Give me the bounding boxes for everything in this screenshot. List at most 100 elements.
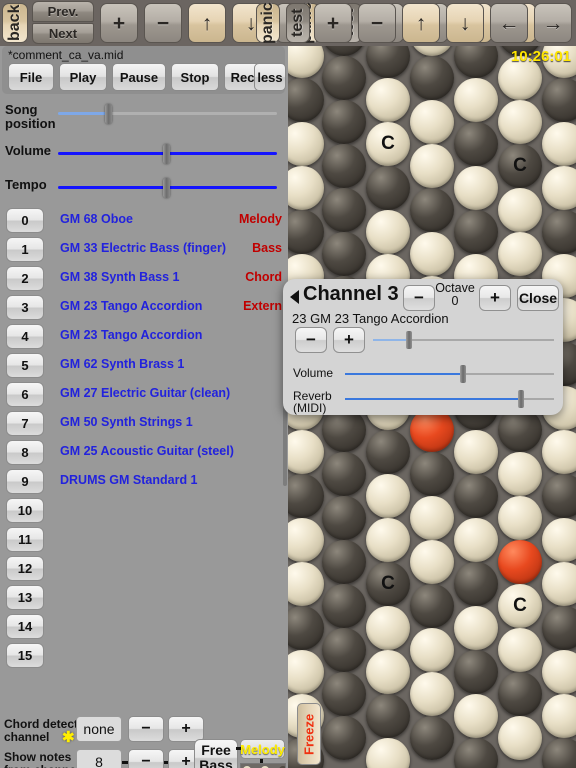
accordion-key[interactable] [498,672,542,716]
accordion-key[interactable] [288,430,324,474]
accordion-key[interactable] [410,540,454,584]
channel-number-button[interactable]: 8 [6,440,44,465]
accordion-key[interactable] [454,562,498,606]
channel-number-button[interactable]: 3 [6,295,44,320]
accordion-key[interactable] [542,78,576,122]
accordion-key[interactable] [366,430,410,474]
accordion-key[interactable] [288,650,324,694]
show-notes-value[interactable]: 8 [76,749,122,768]
channel-instrument-label[interactable]: GM 50 Synth Strings 1 [60,415,193,429]
accordion-key[interactable] [454,46,498,78]
accordion-key[interactable] [288,210,324,254]
channel-number-button[interactable]: 11 [6,527,44,552]
keyboard-thumbnail[interactable] [240,763,286,768]
octave-plus-button[interactable]: + [479,285,511,311]
accordion-key[interactable] [410,232,454,276]
accordion-key[interactable] [322,716,366,760]
accordion-key[interactable] [454,606,498,650]
program-slider-fill[interactable] [373,339,409,341]
dialog-reverb-track[interactable] [521,398,554,400]
show-notes-minus-button[interactable]: − [128,749,164,768]
accordion-key[interactable] [288,166,324,210]
channel-instrument-label[interactable]: GM 62 Synth Brass 1 [60,357,184,371]
accordion-key[interactable] [366,78,410,122]
channel-row[interactable]: 9 DRUMS GM Standard 1 [0,469,288,498]
program-slider-track[interactable] [409,339,554,341]
channel-number-button[interactable]: 15 [6,643,44,668]
accordion-key[interactable] [410,56,454,100]
channel-row[interactable]: 2 GM 38 Synth Bass 1 Chord [0,266,288,295]
freeze-button[interactable]: Freeze [297,703,321,765]
accordion-key[interactable]: C [498,584,542,628]
channel-row[interactable]: 14 [0,614,288,643]
accordion-key[interactable] [454,738,498,768]
channel-number-button[interactable]: 13 [6,585,44,610]
channel-role-label[interactable]: Bass [252,241,282,255]
stop-button[interactable]: Stop [171,63,219,91]
accordion-key[interactable] [498,540,542,584]
accordion-key[interactable] [288,474,324,518]
accordion-key[interactable] [542,210,576,254]
channel-number-button[interactable]: 7 [6,411,44,436]
accordion-key[interactable] [366,474,410,518]
accordion-key[interactable] [288,518,324,562]
minus-button-1[interactable]: − [144,3,182,43]
channel-row[interactable]: 15 [0,643,288,672]
accordion-key[interactable] [542,650,576,694]
minus-button-2b[interactable]: − [358,3,396,43]
channel-number-button[interactable]: 0 [6,208,44,233]
channel-row[interactable]: 5 GM 62 Synth Brass 1 [0,353,288,382]
accordion-key[interactable] [454,474,498,518]
accordion-key[interactable] [410,188,454,232]
channel-row[interactable]: 6 GM 27 Electric Guitar (clean) [0,382,288,411]
accordion-key[interactable] [288,78,324,122]
accordion-key[interactable] [366,694,410,738]
channel-number-button[interactable]: 6 [6,382,44,407]
channel-number-button[interactable]: 14 [6,614,44,639]
accordion-key[interactable] [454,122,498,166]
plus-button-1[interactable]: + [100,3,138,43]
accordion-key[interactable] [322,584,366,628]
accordion-key[interactable] [288,562,324,606]
prev-button[interactable]: Prev. [32,1,94,22]
program-minus-button[interactable]: − [295,327,327,353]
channel-instrument-label[interactable]: GM 68 Oboe [60,212,133,226]
channel-row[interactable]: 7 GM 50 Synth Strings 1 [0,411,288,440]
accordion-key[interactable] [454,210,498,254]
accordion-key[interactable] [410,452,454,496]
dialog-volume-track[interactable] [463,373,554,375]
right-button-2[interactable]: → [534,3,572,43]
accordion-key[interactable] [322,452,366,496]
accordion-key[interactable] [366,738,410,768]
accordion-key[interactable] [322,56,366,100]
channel-instrument-label[interactable]: GM 33 Electric Bass (finger) [60,241,226,255]
channel-instrument-label[interactable]: GM 23 Tango Accordion [60,299,202,313]
channel-instrument-label[interactable]: GM 23 Tango Accordion [60,328,202,342]
accordion-key[interactable] [366,606,410,650]
accordion-key[interactable] [454,518,498,562]
program-slider-thumb[interactable] [406,331,412,349]
dialog-volume-thumb[interactable] [460,365,466,383]
accordion-key[interactable] [322,496,366,540]
accordion-key[interactable] [454,650,498,694]
accordion-key[interactable] [366,518,410,562]
test-button-b[interactable]: test [286,3,310,43]
accordion-key[interactable] [322,46,366,56]
accordion-key[interactable] [454,166,498,210]
accordion-key[interactable] [542,518,576,562]
accordion-key[interactable] [410,672,454,716]
accordion-key[interactable] [410,496,454,540]
accordion-key[interactable] [322,100,366,144]
accordion-key[interactable] [498,100,542,144]
accordion-key[interactable] [410,144,454,188]
channel-row[interactable]: 13 [0,585,288,614]
accordion-key[interactable] [410,46,454,56]
channel-instrument-label[interactable]: GM 38 Synth Bass 1 [60,270,180,284]
accordion-key[interactable] [542,606,576,650]
up-button-2b[interactable]: ↑ [402,3,440,43]
chord-detect-value[interactable]: none [76,716,122,742]
channel-row[interactable]: 8 GM 25 Acoustic Guitar (steel) [0,440,288,469]
up-button-1[interactable]: ↑ [188,3,226,43]
channel-role-label[interactable]: Melody [239,212,282,226]
accordion-key[interactable] [498,496,542,540]
